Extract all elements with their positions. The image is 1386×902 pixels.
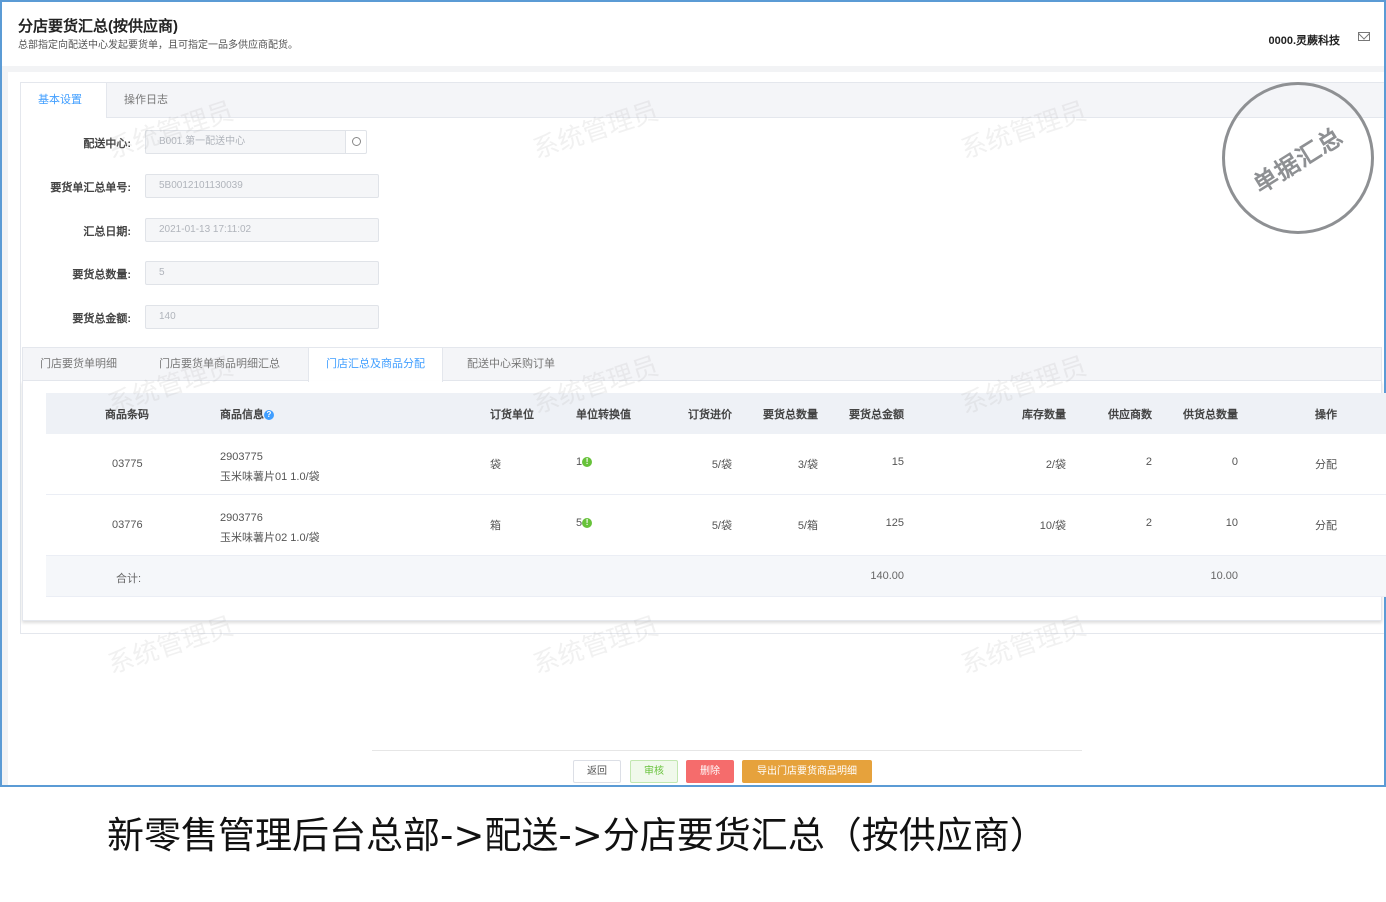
- table-row: 03775 2903775 玉米味薯片01 1.0/袋 袋 1! 5/袋 3/袋 …: [46, 434, 1386, 495]
- footer-divider: [372, 750, 1082, 751]
- info-icon[interactable]: !: [582, 457, 593, 468]
- suppliers: 2: [1145, 456, 1152, 468]
- page-header: 分店要货汇总(按供应商) 总部指定向配送中心发起要货单，且可指定一品多供应商配货…: [2, 2, 1384, 66]
- order-no-label: 要货单汇总单号:: [50, 182, 131, 194]
- col-stock: 库存数量: [1022, 409, 1066, 421]
- delete-button[interactable]: 删除: [686, 760, 734, 783]
- allocate-link[interactable]: 分配: [1315, 517, 1337, 533]
- col-info: 商品信息?: [220, 406, 274, 422]
- col-unit: 订货单位: [490, 409, 534, 421]
- tab-store-product-summary[interactable]: 门店要货单商品明细汇总: [142, 348, 297, 381]
- req-amount: 125: [885, 517, 904, 529]
- total-label: 合计:: [116, 573, 142, 585]
- tab-store-order-detail[interactable]: 门店要货单明细: [23, 348, 134, 381]
- product-info-code: 2903776: [220, 512, 263, 524]
- req-qty: 5/箱: [797, 520, 818, 532]
- total-qty-input[interactable]: 5: [145, 261, 379, 285]
- order-no-input[interactable]: 5B0012101130039: [145, 174, 379, 198]
- allocate-link[interactable]: 分配: [1315, 456, 1337, 472]
- center-input[interactable]: B001.第一配送中心: [145, 130, 357, 154]
- date-input[interactable]: 2021-01-13 17:11:02: [145, 218, 379, 242]
- req-amount: 15: [891, 456, 904, 468]
- product-info: 2903776 玉米味薯片02 1.0/袋: [220, 508, 320, 548]
- user-name[interactable]: 0000.灵蕨科技: [1268, 32, 1340, 48]
- table-header: 商品条码 商品信息? 订货单位 单位转换值 订货进价 要货总数量 要货总金额 库…: [46, 393, 1386, 434]
- product-code-link[interactable]: 03775: [112, 458, 143, 470]
- suppliers: 2: [1145, 517, 1152, 529]
- product-info-name: 玉米味薯片02 1.0/袋: [220, 532, 320, 544]
- total-amount-input[interactable]: 140: [145, 305, 379, 329]
- unit: 箱: [490, 520, 501, 532]
- page-title: 分店要货汇总(按供应商): [18, 18, 178, 35]
- col-conversion: 单位转换值: [576, 409, 631, 421]
- table-row: 03776 2903776 玉米味薯片02 1.0/袋 箱 5! 5/袋 5/箱 …: [46, 495, 1386, 556]
- col-req-amount: 要货总金额: [849, 409, 904, 421]
- req-qty: 3/袋: [797, 459, 818, 471]
- col-supply-qty: 供货总数量: [1183, 409, 1238, 421]
- product-info: 2903775 玉米味薯片01 1.0/袋: [220, 447, 320, 487]
- stamp-text: 单据汇总: [1249, 123, 1349, 199]
- info-icon[interactable]: !: [582, 518, 593, 529]
- total-supply-qty: 10.00: [1210, 570, 1238, 582]
- supply-qty: 10: [1225, 517, 1238, 529]
- date-label: 汇总日期:: [83, 226, 131, 238]
- search-icon[interactable]: [345, 130, 367, 154]
- tab-store-summary-allocation[interactable]: 门店汇总及商品分配: [308, 348, 443, 382]
- price: 5/袋: [711, 520, 732, 532]
- tab-dc-purchase-order[interactable]: 配送中心采购订单: [450, 348, 572, 381]
- col-price: 订货进价: [688, 409, 732, 421]
- mail-icon[interactable]: [1358, 32, 1370, 41]
- approve-button[interactable]: 审核: [630, 760, 678, 783]
- total-amount-label: 要货总金额:: [72, 313, 131, 325]
- summary-stamp: 单据汇总: [1222, 82, 1374, 234]
- col-code: 商品条码: [105, 409, 149, 421]
- product-info-name: 玉米味薯片01 1.0/袋: [220, 471, 320, 483]
- total-qty-label: 要货总数量:: [72, 269, 131, 281]
- table-footer: 合计: 140.00 10.00: [46, 556, 1386, 597]
- export-button[interactable]: 导出门店要货商品明细: [742, 760, 872, 783]
- help-icon[interactable]: ?: [264, 410, 274, 421]
- product-code-link[interactable]: 03776: [112, 519, 143, 531]
- center-label: 配送中心:: [83, 138, 131, 150]
- detail-tabs: 门店要货单明细 门店要货单商品明细汇总 门店汇总及商品分配 配送中心采购订单: [22, 347, 1382, 382]
- page-subtitle: 总部指定向配送中心发起要货单，且可指定一品多供应商配货。: [18, 40, 298, 51]
- col-req-qty: 要货总数量: [763, 409, 818, 421]
- col-info-label: 商品信息: [220, 409, 264, 421]
- tab-operation-log[interactable]: 操作日志: [107, 83, 185, 118]
- col-action: 操作: [1315, 409, 1337, 421]
- tab-basic-settings[interactable]: 基本设置: [21, 83, 107, 118]
- stock: 2/袋: [1045, 459, 1066, 471]
- stock: 10/袋: [1039, 520, 1066, 532]
- unit: 袋: [490, 459, 501, 471]
- conversion: 5!: [576, 517, 593, 529]
- price: 5/袋: [711, 459, 732, 471]
- col-suppliers: 供应商数: [1108, 409, 1152, 421]
- top-tabs: 基本设置 操作日志: [20, 82, 1384, 118]
- conversion: 1!: [576, 456, 593, 468]
- back-button[interactable]: 返回: [573, 760, 621, 783]
- total-req-amount: 140.00: [870, 570, 904, 582]
- supply-qty: 0: [1231, 456, 1238, 468]
- product-info-code: 2903775: [220, 451, 263, 463]
- caption: 新零售管理后台总部->配送->分店要货汇总（按供应商）: [107, 814, 1047, 857]
